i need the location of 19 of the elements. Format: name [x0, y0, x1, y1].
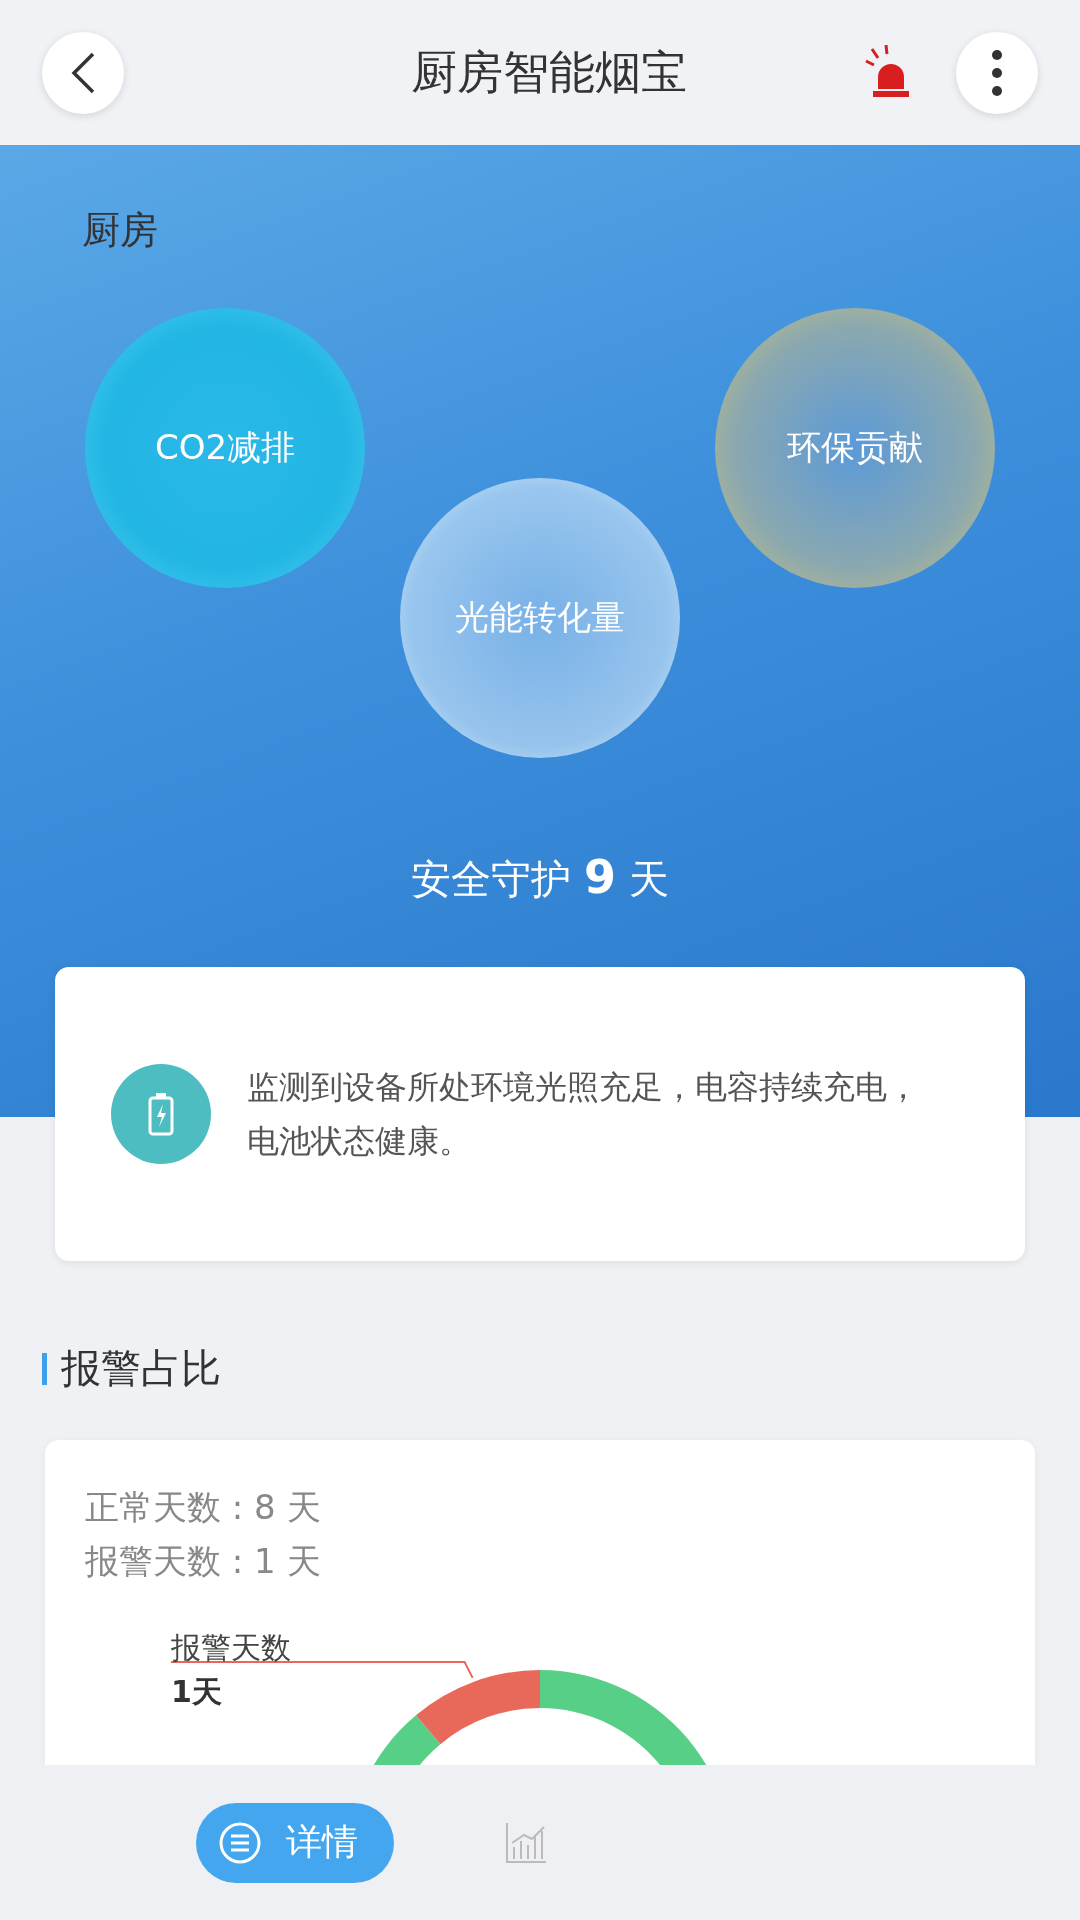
more-icon: [992, 49, 1002, 96]
stat-line: 报警天数 : 1 天: [85, 1540, 322, 1583]
status-message: 监测到设备所处环境光照充足，电容持续充电，电池状态健康。: [247, 1067, 920, 1162]
stat-line: 正常天数 : 8 天: [85, 1486, 322, 1529]
page-title: 厨房智能烟宝: [410, 43, 688, 101]
data-value: 1天: [171, 1673, 222, 1711]
back-chevron-icon: [69, 50, 97, 95]
guard-days-text: 安全守护 9 天: [410, 850, 670, 906]
bar-chart-icon: [504, 1820, 548, 1865]
list-icon: [218, 1820, 262, 1865]
back-button[interactable]: [42, 31, 124, 114]
data-label: 报警天数: [171, 1629, 291, 1667]
section-title: 报警占比: [61, 1344, 221, 1393]
stat-bubble[interactable]: CO2减排: [85, 308, 365, 588]
more-button[interactable]: [956, 31, 1038, 114]
stat-bubble[interactable]: 光能转化量: [400, 478, 680, 758]
details-tab[interactable]: 详情: [196, 1802, 394, 1883]
room-name: 厨房: [81, 207, 159, 254]
stat-bubble[interactable]: 环保贡献: [715, 308, 995, 588]
